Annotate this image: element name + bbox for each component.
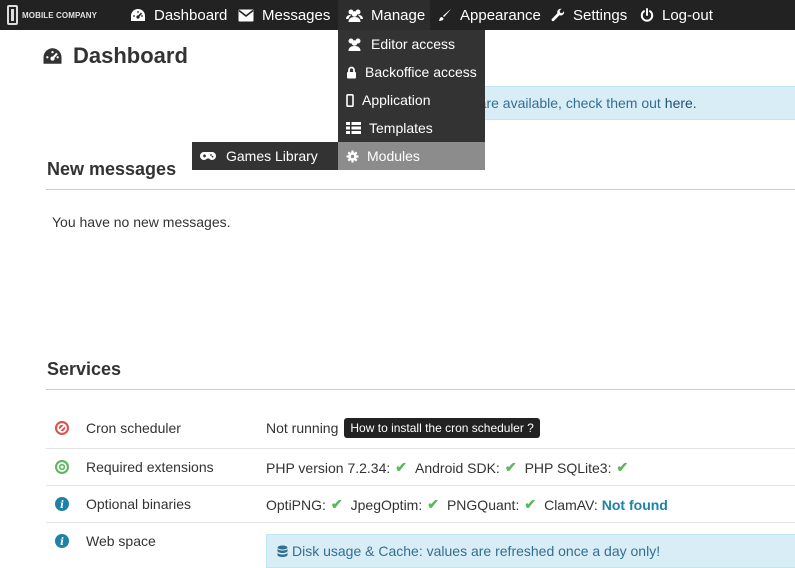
bin-optipng: OptiPNG: bbox=[266, 496, 326, 513]
service-name-binaries: Optional binaries bbox=[86, 496, 192, 512]
table-icon bbox=[346, 122, 361, 134]
menu-item-modules[interactable]: Modules bbox=[338, 142, 485, 170]
check-icon: ✔ bbox=[330, 496, 343, 512]
row-divider bbox=[46, 485, 795, 486]
menu-item-templates[interactable]: Templates bbox=[338, 114, 485, 142]
top-navbar: MOBILE COMPANY Dashboard Messages Manage… bbox=[0, 0, 795, 30]
gear-icon bbox=[346, 150, 359, 162]
brand-logo[interactable]: MOBILE COMPANY bbox=[7, 4, 97, 26]
new-messages-title: New messages bbox=[47, 159, 177, 179]
submenu-games-library-label: Games Library bbox=[226, 148, 318, 164]
svg-text:i: i bbox=[60, 537, 64, 548]
update-alert-text: es are available, check them out bbox=[460, 95, 661, 111]
wrench-icon bbox=[551, 8, 565, 22]
check-icon: ✔ bbox=[504, 459, 517, 475]
gamepad-icon bbox=[200, 152, 216, 160]
service-name-extensions: Required extensions bbox=[86, 459, 214, 475]
cron-status-text: Not running bbox=[266, 420, 339, 436]
row-divider bbox=[46, 448, 795, 449]
ext-android-sdk: Android SDK: bbox=[415, 459, 500, 476]
svg-text:i: i bbox=[60, 500, 64, 511]
nav-appearance[interactable]: Appearance bbox=[438, 0, 541, 30]
nav-appearance-label: Appearance bbox=[460, 6, 541, 24]
web-space-info: Disk usage & Cache: values are refreshed… bbox=[266, 534, 795, 568]
nav-settings-label: Settings bbox=[573, 6, 628, 24]
ext-php-version: PHP version 7.2.34: bbox=[266, 459, 391, 476]
row-divider bbox=[46, 522, 795, 523]
error-status-icon bbox=[55, 421, 69, 435]
nav-settings[interactable]: Settings bbox=[551, 0, 627, 30]
cron-install-help-badge[interactable]: How to install the cron scheduler ? bbox=[344, 418, 540, 438]
power-icon bbox=[640, 8, 654, 22]
check-icon: ✔ bbox=[395, 459, 407, 475]
clamav-not-found: Not found bbox=[601, 496, 668, 513]
dashboard-icon bbox=[43, 48, 62, 64]
nav-logout[interactable]: Log-out bbox=[640, 0, 713, 30]
bin-jpegoptim: JpegOptim: bbox=[350, 496, 423, 513]
menu-item-label: Backoffice access bbox=[365, 64, 477, 80]
nav-messages-label: Messages bbox=[262, 6, 331, 24]
manage-dropdown-menu: Editor access Backoffice access Applicat… bbox=[338, 30, 485, 170]
web-space-note: Disk usage & Cache: values are refreshed… bbox=[292, 543, 661, 559]
users-icon bbox=[346, 9, 363, 22]
services-title: Services bbox=[47, 359, 122, 379]
section-divider bbox=[46, 389, 795, 390]
section-divider bbox=[46, 189, 795, 190]
update-alert: es are available, check them out here. bbox=[455, 86, 795, 120]
phone-logo-icon bbox=[7, 5, 18, 25]
check-icon: ✔ bbox=[616, 459, 629, 475]
ext-php-sqlite3: PHP SQLite3: bbox=[524, 459, 612, 476]
menu-item-label: Application bbox=[362, 92, 431, 108]
envelope-icon bbox=[238, 9, 254, 21]
menu-item-label: Modules bbox=[367, 148, 420, 164]
users-icon bbox=[348, 38, 361, 51]
brush-icon bbox=[439, 9, 451, 21]
check-icon: ✔ bbox=[524, 496, 537, 512]
nav-logout-label: Log-out bbox=[662, 6, 713, 24]
service-value-extensions: PHP version 7.2.34: ✔ Android SDK: ✔ PHP S… bbox=[266, 459, 636, 476]
nav-manage-label: Manage bbox=[371, 6, 426, 24]
service-value-cron: Not running How to install the cron sche… bbox=[266, 418, 540, 438]
no-messages-text: You have no new messages. bbox=[52, 214, 231, 230]
info-status-icon: i bbox=[55, 497, 69, 511]
page-title: Dashboard bbox=[42, 43, 188, 69]
submenu-games-library[interactable]: Games Library bbox=[192, 142, 338, 170]
menu-item-label: Templates bbox=[369, 120, 433, 136]
menu-item-editor-access[interactable]: Editor access bbox=[338, 30, 485, 58]
nav-manage[interactable]: Manage bbox=[338, 0, 430, 30]
update-alert-link[interactable]: here. bbox=[665, 95, 697, 111]
info-status-icon: i bbox=[55, 534, 69, 548]
menu-item-backoffice-access[interactable]: Backoffice access bbox=[338, 58, 485, 86]
nav-messages[interactable]: Messages bbox=[238, 0, 330, 30]
page-title-text: Dashboard bbox=[73, 43, 188, 68]
bin-clamav: ClamAV: bbox=[544, 496, 598, 513]
nav-dashboard-label: Dashboard bbox=[154, 6, 228, 24]
nav-dashboard[interactable]: Dashboard bbox=[130, 0, 227, 30]
bin-pngquant: PNGQuant: bbox=[446, 496, 520, 513]
service-value-binaries: OptiPNG: ✔ JpegOptim: ✔ PNGQuant: ✔ ClamAV:… bbox=[266, 496, 668, 513]
service-name-webspace: Web space bbox=[86, 533, 156, 549]
mobile-icon bbox=[346, 93, 354, 107]
menu-item-application[interactable]: Application bbox=[338, 86, 485, 114]
menu-item-label: Editor access bbox=[371, 36, 456, 52]
dashboard-icon bbox=[131, 9, 145, 21]
ok-status-icon bbox=[55, 460, 69, 474]
database-icon bbox=[277, 545, 288, 557]
service-name-cron: Cron scheduler bbox=[86, 420, 181, 436]
lock-icon bbox=[347, 66, 356, 78]
brand-name: MOBILE COMPANY bbox=[22, 10, 98, 20]
check-icon: ✔ bbox=[427, 496, 439, 512]
